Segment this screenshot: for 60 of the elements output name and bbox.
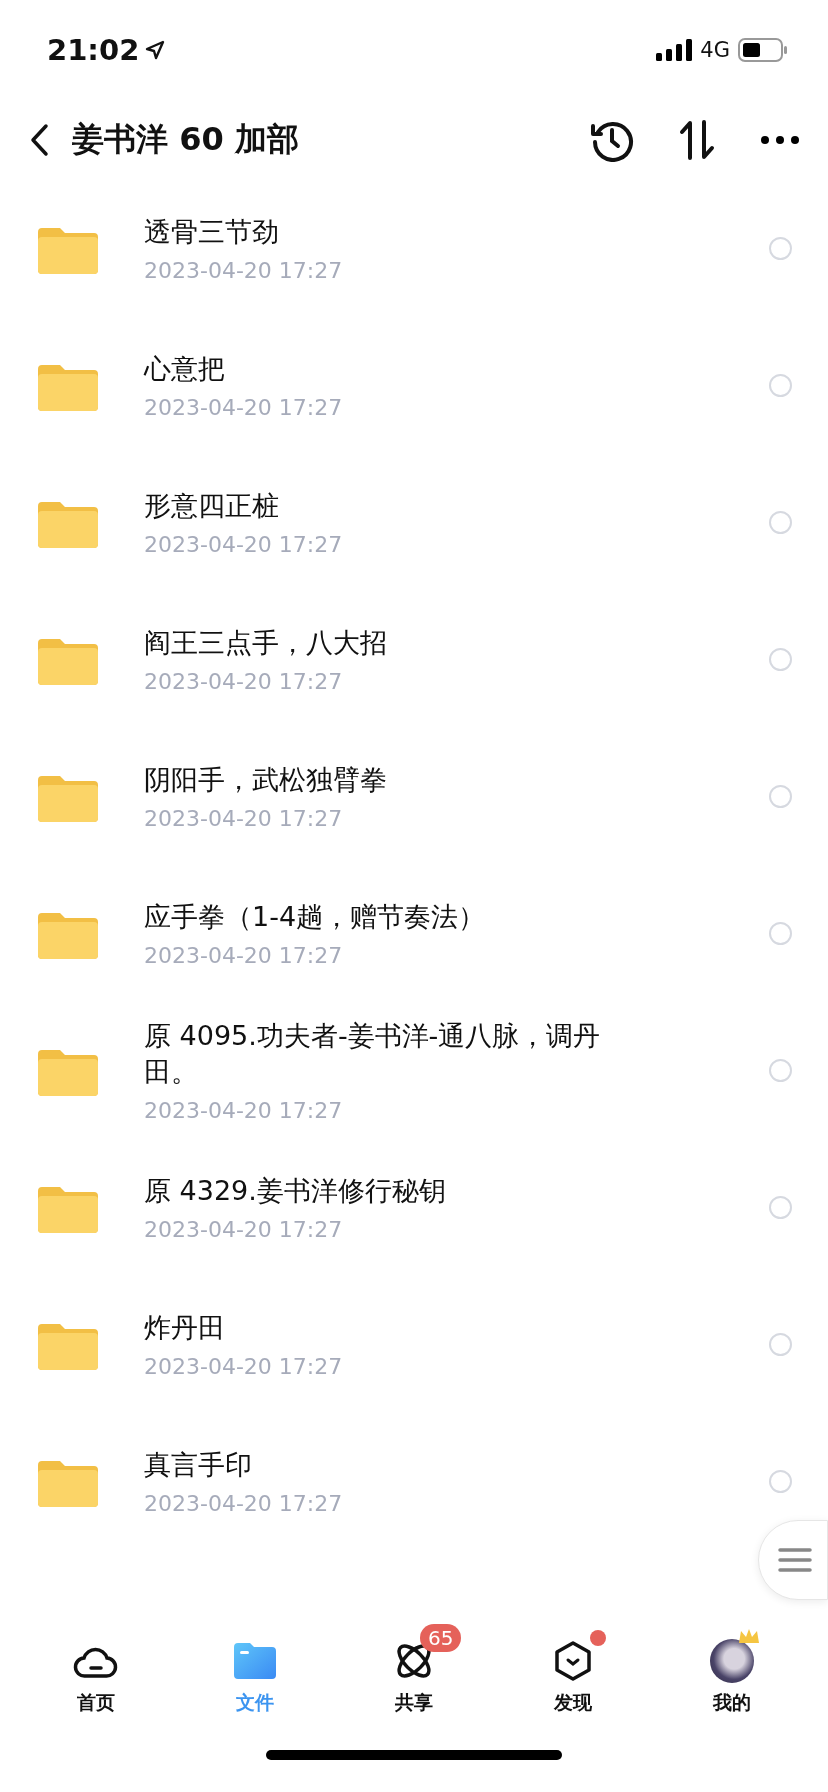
select-radio[interactable] <box>769 511 792 534</box>
signal-icon <box>656 39 693 61</box>
file-row[interactable]: 应手拳（1-4趟，赠节奏法） 2023-04-20 17:27 <box>0 865 828 1002</box>
file-row[interactable]: 原 4095.功夫者-姜书洋-通八脉，调丹田。 2023-04-20 17:27 <box>0 1002 828 1139</box>
file-row[interactable]: 真言手印 2023-04-20 17:27 <box>0 1413 828 1550</box>
more-icon[interactable] <box>760 135 800 145</box>
status-time: 21:02 <box>47 33 140 67</box>
select-radio[interactable] <box>769 1059 792 1082</box>
menu-button[interactable] <box>758 1520 828 1600</box>
folder-title: 姜书洋 60 加部 <box>72 119 300 160</box>
file-date: 2023-04-20 17:27 <box>144 806 344 832</box>
file-name: 形意四正桩 <box>144 488 280 523</box>
file-row[interactable]: 阎王三点手，八大招 2023-04-20 17:27 <box>0 591 828 728</box>
select-radio[interactable] <box>769 374 792 397</box>
count-badge: 65 <box>420 1624 462 1652</box>
select-radio[interactable] <box>769 785 792 808</box>
back-button[interactable] <box>28 123 50 157</box>
location-arrow-icon <box>145 40 166 60</box>
file-date: 2023-04-20 17:27 <box>144 943 344 969</box>
select-radio[interactable] <box>769 648 792 671</box>
file-name: 阴阳手，武松独臂拳 <box>144 762 388 797</box>
file-row[interactable]: 透骨三节劲 2023-04-20 17:27 <box>0 180 828 317</box>
select-radio[interactable] <box>769 237 792 260</box>
file-name: 透骨三节劲 <box>144 214 280 249</box>
file-row[interactable]: 原 4329.姜书洋修行秘钥 2023-04-20 17:27 <box>0 1139 828 1276</box>
file-row[interactable]: 炸丹田 2023-04-20 17:27 <box>0 1276 828 1413</box>
tab-item[interactable]: 发现 <box>493 1600 653 1750</box>
select-radio[interactable] <box>769 1196 792 1219</box>
tab-item[interactable]: 65 共享 <box>334 1600 494 1750</box>
file-row[interactable]: 形意四正桩 2023-04-20 17:27 <box>0 454 828 591</box>
file-date: 2023-04-20 17:27 <box>144 669 344 695</box>
avatar <box>710 1639 755 1683</box>
network-type: 4G <box>700 38 730 62</box>
hexagon-icon <box>554 1641 593 1681</box>
folder-icon <box>233 1643 276 1679</box>
select-radio[interactable] <box>769 1470 792 1493</box>
file-row[interactable]: 心意把 2023-04-20 17:27 <box>0 317 828 454</box>
file-date: 2023-04-20 17:27 <box>144 1491 344 1517</box>
file-name: 原 4329.姜书洋修行秘钥 <box>144 1173 447 1208</box>
file-row[interactable]: 阴阳手，武松独臂拳 2023-04-20 17:27 <box>0 728 828 865</box>
file-name: 炸丹田 <box>144 1310 226 1345</box>
file-name: 心意把 <box>144 351 226 386</box>
file-date: 2023-04-20 17:27 <box>144 1217 344 1243</box>
file-date: 2023-04-20 17:27 <box>144 1354 344 1380</box>
crown-icon <box>738 1628 761 1644</box>
file-name: 阎王三点手，八大招 <box>144 625 388 660</box>
file-name: 应手拳（1-4趟，赠节奏法） <box>144 899 487 934</box>
battery-icon <box>738 38 788 62</box>
sort-icon[interactable] <box>678 120 716 160</box>
file-name: 原 4095.功夫者-姜书洋-通八脉，调丹田。 <box>144 1018 602 1089</box>
file-date: 2023-04-20 17:27 <box>144 258 344 284</box>
file-date: 2023-04-20 17:27 <box>144 532 344 558</box>
menu-icon <box>778 1547 812 1573</box>
select-radio[interactable] <box>769 922 792 945</box>
tab-item[interactable]: 我的 <box>652 1600 812 1750</box>
tab-item[interactable]: 首页 <box>16 1600 176 1750</box>
file-name: 真言手印 <box>144 1447 253 1482</box>
select-radio[interactable] <box>769 1333 792 1356</box>
file-date: 2023-04-20 17:27 <box>144 1098 344 1124</box>
file-date: 2023-04-20 17:27 <box>144 395 344 421</box>
